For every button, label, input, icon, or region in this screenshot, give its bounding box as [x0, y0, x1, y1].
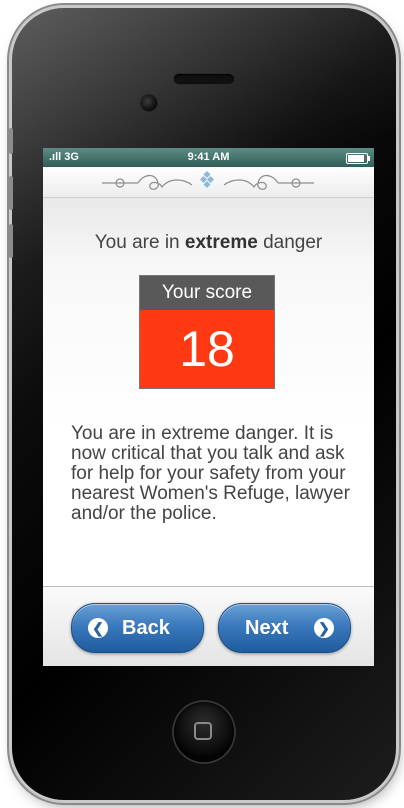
score-box: Your score 18 — [139, 275, 275, 389]
next-button-label: Next — [245, 617, 289, 639]
silent-switch — [9, 128, 13, 154]
volume-down-button — [9, 224, 13, 258]
chevron-right-icon: ❯ — [314, 618, 334, 638]
home-button-icon[interactable] — [174, 702, 234, 762]
danger-level: extreme — [184, 232, 258, 253]
back-button[interactable]: ❮ Back — [71, 603, 204, 653]
earpiece-speaker — [174, 74, 234, 84]
chevron-left-icon: ❮ — [88, 618, 108, 638]
status-time: 9:41 AM — [187, 151, 230, 163]
score-label: Your score — [140, 276, 274, 310]
results-content: You are in extreme danger Your score 18 … — [43, 198, 374, 586]
decorative-flourish-icon — [102, 170, 314, 190]
battery-icon — [346, 153, 370, 164]
advice-message: You are in extreme danger. It is now cri… — [71, 423, 350, 524]
app-header — [43, 167, 374, 198]
danger-heading-suffix: danger — [257, 232, 323, 253]
next-button[interactable]: Next ❯ — [218, 603, 351, 653]
status-bar: .ıll 3G 9:41 AM — [43, 148, 374, 167]
danger-heading: You are in extreme danger — [43, 232, 374, 254]
home-square-icon — [194, 722, 212, 740]
navigation-footer: ❮ Back Next ❯ — [43, 586, 374, 666]
volume-up-button — [9, 176, 13, 210]
score-value: 18 — [140, 310, 274, 388]
front-camera-icon — [141, 95, 157, 111]
back-button-label: Back — [122, 617, 170, 639]
danger-heading-prefix: You are in — [94, 232, 185, 253]
phone-screen: .ıll 3G 9:41 AM You are in extreme dange… — [43, 148, 374, 666]
